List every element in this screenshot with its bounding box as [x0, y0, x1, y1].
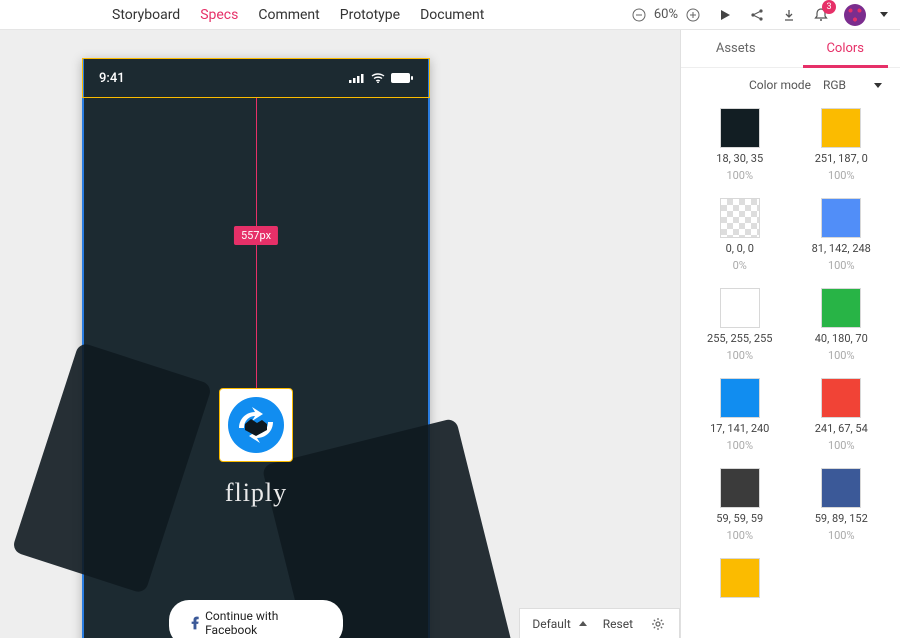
wifi-icon — [371, 73, 385, 83]
preset-dropdown[interactable]: Default — [532, 617, 586, 631]
swatch-label: 18, 30, 35 — [716, 152, 763, 165]
tab-storyboard[interactable]: Storyboard — [112, 3, 180, 27]
continue-facebook-button[interactable]: Continue with Facebook — [169, 600, 343, 638]
swatch-label: 59, 59, 59 — [716, 512, 763, 525]
zoom-value: 60% — [654, 7, 678, 22]
facebook-icon — [191, 616, 199, 630]
fb-button-label: Continue with Facebook — [205, 609, 321, 637]
color-swatch[interactable]: 40, 180, 70 100% — [795, 288, 889, 362]
swatch-label: 251, 187, 0 — [815, 152, 868, 165]
color-swatch-grid: 18, 30, 35 100% 251, 187, 0 100% 0, 0, 0 0% 81… — [681, 102, 900, 638]
inspector-panel: AssetsColors Color mode RGB 18, 30, 35 10… — [680, 30, 900, 638]
color-swatch[interactable]: 0, 0, 0 0% — [693, 198, 787, 272]
signal-icon — [349, 73, 365, 83]
notification-badge: 3 — [822, 0, 836, 14]
device-statusbar[interactable]: 9:41 — [82, 58, 430, 98]
color-swatch[interactable]: 18, 30, 35 100% — [693, 108, 787, 182]
swatch-opacity: 100% — [726, 529, 753, 542]
download-icon[interactable] — [780, 6, 798, 24]
swatch-opacity: 100% — [828, 529, 855, 542]
swatch-opacity: 100% — [726, 349, 753, 362]
topbar-right-group: 60% 3 — [630, 4, 888, 26]
swatch-label: 0, 0, 0 — [726, 242, 754, 255]
app-logo[interactable] — [219, 388, 293, 462]
swatch-box — [821, 288, 861, 328]
play-icon[interactable] — [716, 6, 734, 24]
zoom-in-icon[interactable] — [684, 6, 702, 24]
bottom-toolbar: Default Reset — [519, 608, 680, 638]
canvas[interactable]: 9:41 557px fliply Conti — [0, 30, 680, 638]
swatch-label: 40, 180, 70 — [815, 332, 868, 345]
color-mode-row: Color mode RGB — [681, 68, 900, 102]
artboard[interactable]: 9:41 557px fliply Conti — [82, 58, 430, 638]
statusbar-icons — [349, 73, 413, 83]
color-swatch[interactable] — [693, 558, 787, 598]
inspector-tabs: AssetsColors — [681, 30, 900, 68]
swatch-box — [720, 468, 760, 508]
color-swatch[interactable]: 241, 67, 54 100% — [795, 378, 889, 452]
tab-comment[interactable]: Comment — [258, 3, 319, 27]
color-swatch[interactable]: 59, 59, 59 100% — [693, 468, 787, 542]
battery-icon — [391, 73, 413, 83]
reset-button[interactable]: Reset — [603, 617, 633, 631]
user-menu-caret-icon[interactable] — [880, 12, 888, 17]
swatch-opacity: 100% — [726, 169, 753, 182]
swatch-box — [720, 378, 760, 418]
main-tabs: Storyboard Specs Comment Prototype Document — [112, 3, 484, 27]
notifications-icon[interactable]: 3 — [812, 6, 830, 24]
color-mode-caret-icon[interactable] — [874, 83, 882, 88]
swatch-opacity: 100% — [828, 349, 855, 362]
swatch-box — [720, 558, 760, 598]
swatch-opacity: 100% — [726, 439, 753, 452]
swatch-opacity: 100% — [828, 439, 855, 452]
user-avatar[interactable] — [844, 4, 866, 26]
spacing-guide-label: 557px — [234, 226, 278, 245]
color-swatch[interactable]: 17, 141, 240 100% — [693, 378, 787, 452]
settings-icon[interactable] — [649, 615, 667, 633]
tab-document[interactable]: Document — [420, 3, 484, 27]
color-swatch[interactable]: 59, 89, 152 100% — [795, 468, 889, 542]
zoom-out-icon[interactable] — [630, 6, 648, 24]
color-swatch[interactable]: 251, 187, 0 100% — [795, 108, 889, 182]
swatch-box — [821, 378, 861, 418]
color-swatch[interactable]: 81, 142, 248 100% — [795, 198, 889, 272]
swatch-label: 255, 255, 255 — [707, 332, 772, 345]
tab-prototype[interactable]: Prototype — [340, 3, 400, 27]
inspector-tab-assets[interactable]: Assets — [681, 30, 791, 67]
background-decor — [11, 342, 212, 594]
swatch-box — [720, 288, 760, 328]
swatch-opacity: 100% — [828, 169, 855, 182]
swatch-label: 81, 142, 248 — [812, 242, 871, 255]
color-mode-label: Color mode — [749, 78, 811, 92]
main-area: 9:41 557px fliply Conti — [0, 30, 900, 638]
color-swatch[interactable]: 255, 255, 255 100% — [693, 288, 787, 362]
brand-name[interactable]: fliply — [225, 478, 287, 508]
statusbar-time: 9:41 — [99, 71, 125, 86]
top-toolbar: StoryboardSpecsCommentPrototypeDocument … — [0, 0, 900, 30]
swatch-box — [821, 198, 861, 238]
swatch-box — [720, 198, 760, 238]
share-icon[interactable] — [748, 6, 766, 24]
swatch-opacity: 100% — [828, 259, 855, 272]
zoom-control: 60% — [630, 6, 702, 24]
inspector-tab-colors[interactable]: Colors — [791, 30, 900, 67]
tab-specs[interactable]: Specs — [200, 3, 238, 27]
swatch-opacity: 0% — [733, 259, 747, 272]
swatch-label: 59, 89, 152 — [815, 512, 868, 525]
handshake-icon — [225, 394, 287, 456]
swatch-box — [821, 468, 861, 508]
swatch-box — [720, 108, 760, 148]
swatch-label: 241, 67, 54 — [815, 422, 868, 435]
color-mode-value[interactable]: RGB — [823, 78, 846, 92]
swatch-label: 17, 141, 240 — [710, 422, 769, 435]
swatch-box — [821, 108, 861, 148]
